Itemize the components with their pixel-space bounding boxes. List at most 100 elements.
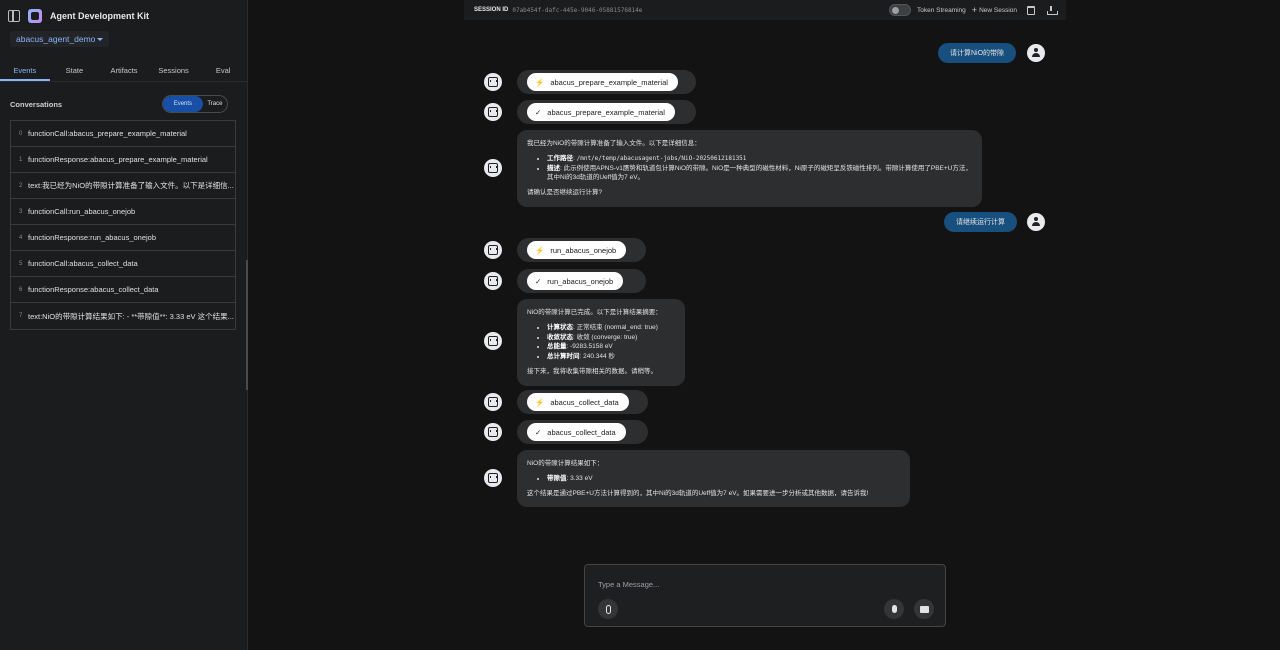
- adk-logo-icon: [28, 9, 42, 23]
- function-response-chip[interactable]: ✓ abacus_prepare_example_material: [527, 103, 675, 121]
- item-label: 带隙值: [547, 474, 567, 482]
- sidebar-tabs: Events State Artifacts Sessions Eval: [0, 60, 248, 82]
- new-session-button[interactable]: + New Session: [971, 4, 1017, 15]
- function-name: abacus_prepare_example_material: [547, 107, 665, 117]
- event-index: 1: [19, 156, 23, 163]
- event-row[interactable]: 5 functionCall:abacus_collect_data: [11, 251, 235, 277]
- function-call-chip[interactable]: ⚡ abacus_prepare_example_material: [527, 73, 678, 91]
- event-text: text:我已经为NiO的带隙计算准备了输入文件。以下是详细信...: [28, 181, 234, 190]
- bot-icon: [488, 276, 498, 286]
- event-text: text:NiO的带隙计算结果如下: - **带隙值**: 3.33 eV 这个…: [28, 311, 234, 321]
- message-input[interactable]: Type a Message...: [598, 580, 659, 589]
- trace-view-button[interactable]: Trace: [203, 96, 227, 112]
- topbar-actions: Token Streaming + New Session: [889, 4, 1058, 16]
- bot-avatar: [484, 393, 502, 411]
- events-trace-toggle: Events Trace: [162, 95, 228, 113]
- bot-message-outro: 接下来，我将收集带隙相关的数据。请稍等。: [527, 367, 657, 375]
- user-avatar: [1027, 44, 1045, 62]
- event-row[interactable]: 0 functionCall:abacus_prepare_example_mat…: [11, 121, 235, 147]
- microphone-button[interactable]: [884, 599, 904, 619]
- paperclip-icon: [605, 604, 611, 614]
- event-row[interactable]: 1 functionResponse:abacus_prepare_example…: [11, 147, 235, 173]
- function-name: abacus_prepare_example_material: [550, 77, 668, 87]
- bot-list-item: 带隙值: 3.33 eV: [547, 474, 900, 484]
- events-view-button[interactable]: Events: [163, 96, 203, 112]
- item-value: 240.344 秒: [583, 353, 615, 360]
- bot-message-outro: 请确认是否继续运行计算?: [527, 189, 603, 196]
- tab-sessions[interactable]: Sessions: [149, 60, 199, 81]
- bot-avatar: [484, 469, 502, 487]
- sidebar: Agent Development Kit abacus_agent_demo …: [0, 0, 248, 650]
- event-row[interactable]: 7 text:NiO的带隙计算结果如下: - **带隙值**: 3.33 eV 这…: [11, 303, 235, 329]
- event-row[interactable]: 3 functionCall:run_abacus_onejob: [11, 199, 235, 225]
- bot-icon: [488, 245, 498, 255]
- new-session-label: New Session: [979, 6, 1017, 14]
- bot-message-intro: NiO的带隙计算已完成。以下是计算结果摘要：: [527, 309, 662, 316]
- event-index: 3: [19, 208, 23, 215]
- item-value: /mnt/e/temp/abacusagent-jobs/NiO-2025061…: [576, 154, 747, 162]
- item-value: -9283.5158 eV: [570, 343, 613, 351]
- user-message: 请继续运行计算: [944, 212, 1017, 232]
- event-text: functionResponse:abacus_collect_data: [28, 285, 159, 294]
- check-icon: ✓: [535, 107, 542, 117]
- event-text: functionCall:abacus_prepare_example_mate…: [28, 129, 187, 138]
- attach-button[interactable]: [598, 599, 618, 619]
- event-row[interactable]: 6 functionResponse:abacus_collect_data: [11, 277, 235, 303]
- tab-eval[interactable]: Eval: [198, 60, 248, 81]
- download-icon[interactable]: [1047, 5, 1058, 15]
- tab-state[interactable]: State: [50, 60, 100, 81]
- app-selector[interactable]: abacus_agent_demo: [10, 31, 110, 47]
- item-label: 描述: [547, 164, 560, 172]
- video-button[interactable]: [914, 599, 934, 619]
- token-streaming-toggle[interactable]: [889, 4, 912, 16]
- function-call-row: ⚡ run_abacus_onejob: [517, 238, 646, 262]
- sidebar-toggle-icon[interactable]: [8, 10, 20, 22]
- function-call-chip[interactable]: ⚡ abacus_collect_data: [527, 393, 629, 411]
- bolt-icon: ⚡: [535, 397, 545, 407]
- event-row[interactable]: 4 functionResponse:run_abacus_onejob: [11, 225, 235, 251]
- tab-artifacts[interactable]: Artifacts: [99, 60, 149, 81]
- session-topbar: SESSION ID 07ab454f-dafc-445e-9046-05881…: [464, 0, 1066, 20]
- function-name: run_abacus_onejob: [550, 245, 617, 255]
- check-icon: ✓: [535, 427, 542, 437]
- bot-icon: [488, 163, 498, 173]
- message-composer: Type a Message...: [584, 564, 946, 627]
- app-title: Agent Development Kit: [50, 11, 150, 21]
- function-call-row: ⚡ abacus_prepare_example_material: [517, 70, 696, 94]
- bot-avatar: [484, 73, 502, 91]
- bot-avatar: [484, 332, 502, 350]
- function-name: run_abacus_onejob: [547, 276, 614, 286]
- bot-avatar: [484, 241, 502, 259]
- function-call-row: ⚡ abacus_collect_data: [517, 390, 648, 414]
- delete-icon[interactable]: [1027, 5, 1035, 15]
- bot-message-intro: 我已经为NiO的带隙计算准备了输入文件。以下是详细信息：: [527, 140, 701, 147]
- microphone-icon: [891, 605, 897, 613]
- event-text: functionResponse:abacus_prepare_example_…: [28, 155, 208, 164]
- bot-list-item: 总能量: -9283.5158 eV: [547, 342, 675, 352]
- event-index: 4: [19, 234, 23, 241]
- person-icon: [1031, 48, 1041, 58]
- event-index: 7: [19, 313, 23, 319]
- function-response-chip[interactable]: ✓ run_abacus_onejob: [527, 272, 624, 290]
- function-response-row: ✓ run_abacus_onejob: [517, 269, 646, 293]
- bot-icon: [488, 397, 498, 407]
- bolt-icon: ⚡: [535, 245, 545, 255]
- tab-events[interactable]: Events: [0, 60, 50, 81]
- conversations-label: Conversations: [10, 100, 63, 109]
- function-response-chip[interactable]: ✓ abacus_collect_data: [527, 423, 626, 441]
- event-row[interactable]: 2 text:我已经为NiO的带隙计算准备了输入文件。以下是详细信...: [11, 173, 235, 199]
- sidebar-scrollbar[interactable]: [246, 260, 248, 390]
- event-index: 6: [19, 286, 23, 293]
- plus-icon: +: [971, 4, 978, 15]
- bot-message-intro: NiO的带隙计算结果如下：: [527, 460, 604, 467]
- chevron-down-icon: [97, 37, 104, 41]
- item-label: 收敛状态: [547, 333, 573, 341]
- bolt-icon: ⚡: [535, 77, 545, 87]
- function-call-chip[interactable]: ⚡ run_abacus_onejob: [527, 241, 627, 259]
- event-list: 0 functionCall:abacus_prepare_example_mat…: [10, 120, 236, 330]
- app-selector-value: abacus_agent_demo: [16, 34, 96, 44]
- item-value: 收敛 (converge: true): [576, 333, 638, 341]
- event-index: 2: [19, 182, 23, 189]
- item-value: 3.33 eV: [570, 474, 593, 482]
- bot-icon: [488, 427, 498, 437]
